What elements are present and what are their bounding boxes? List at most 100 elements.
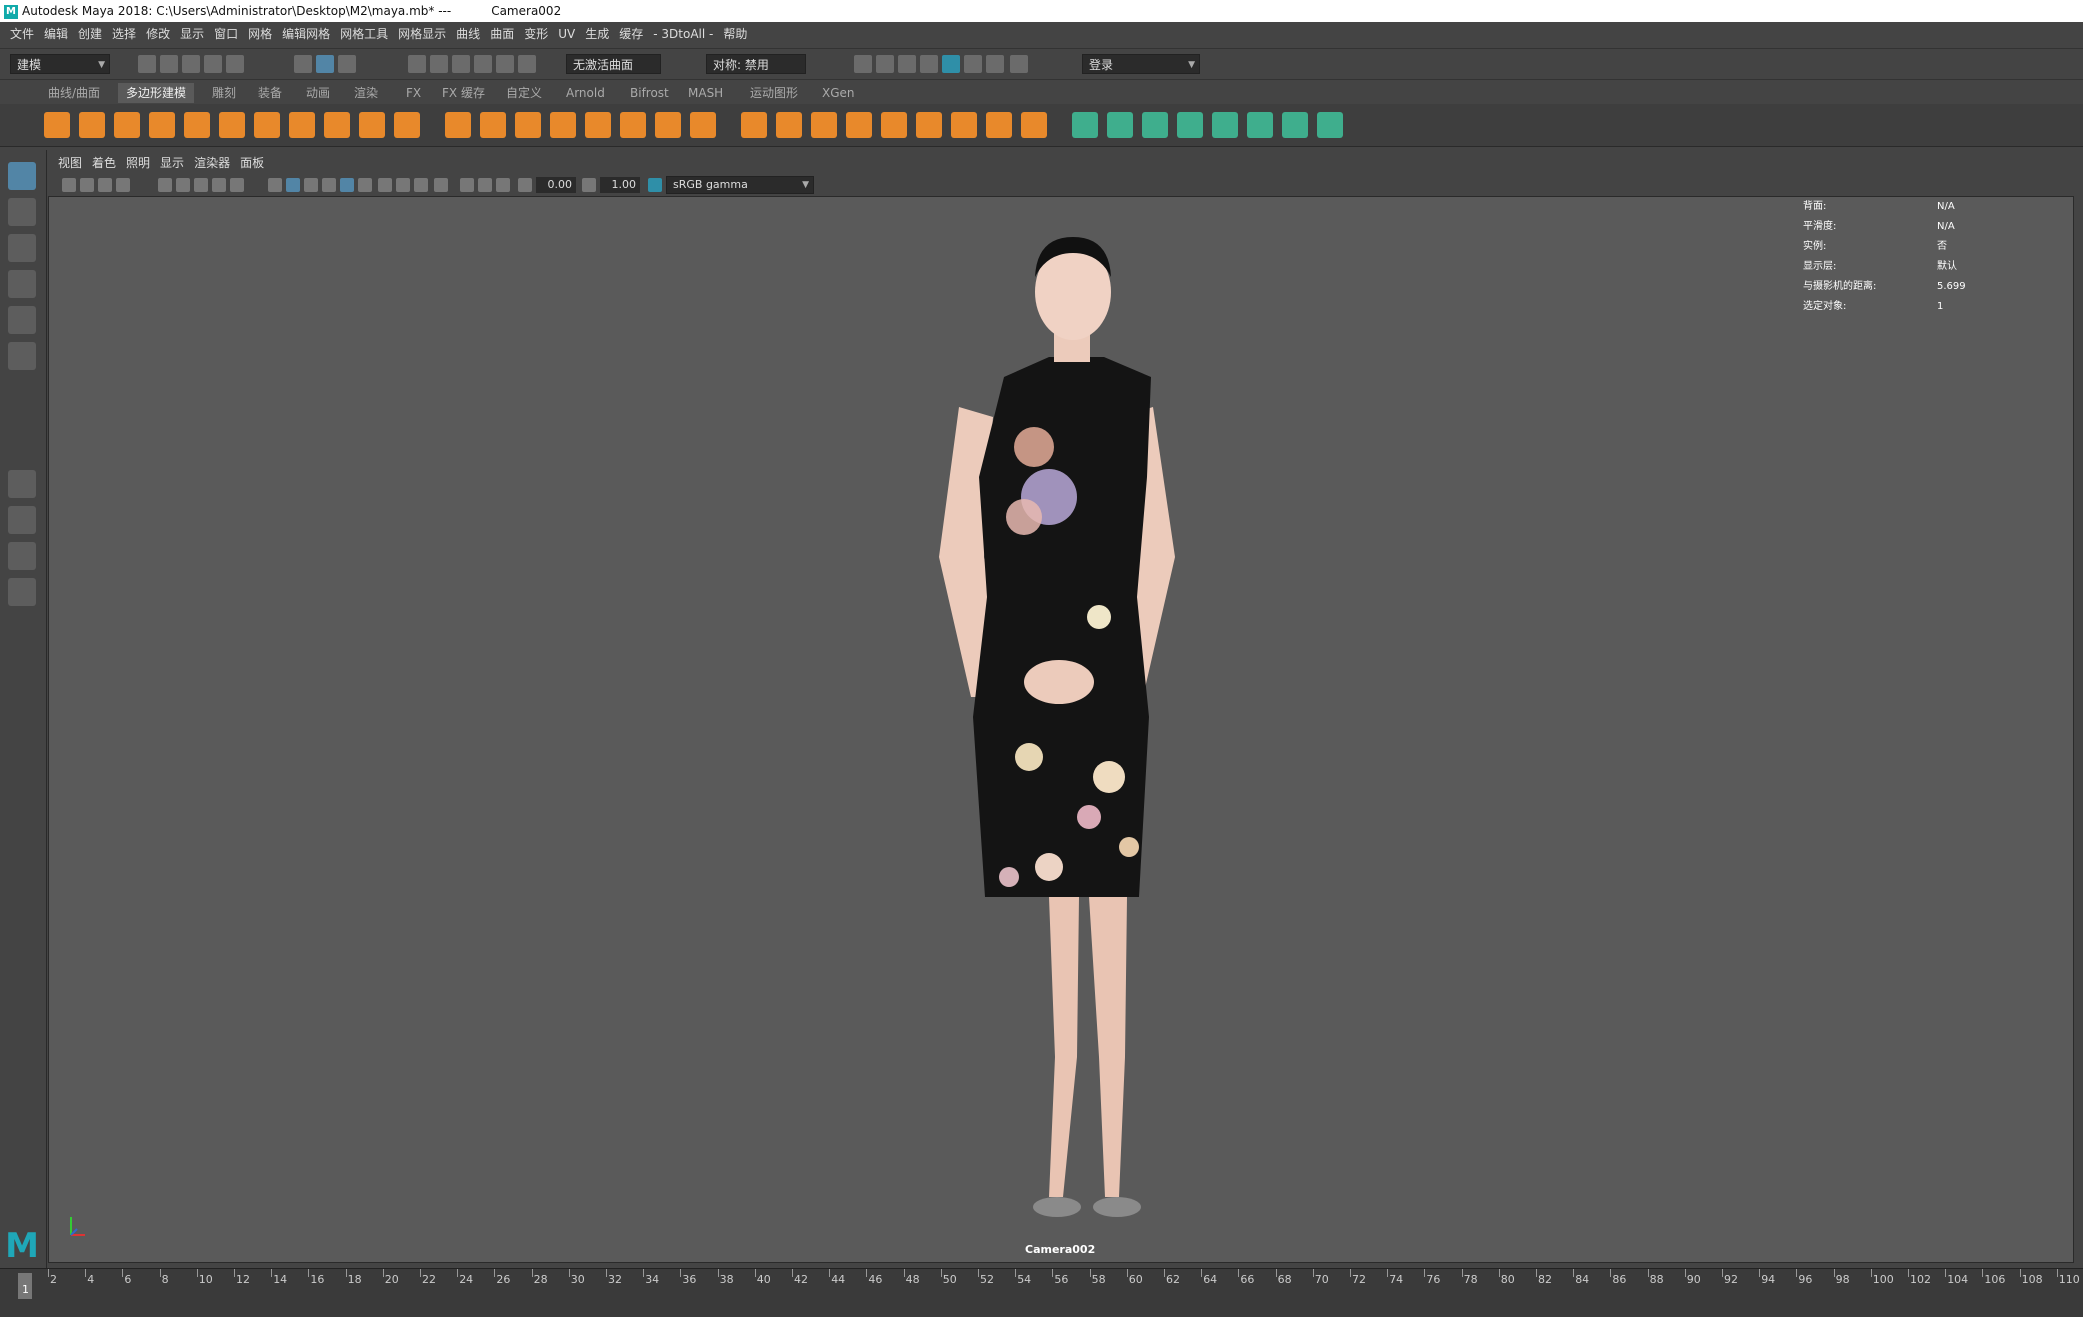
bridge-shelf-icon[interactable] — [776, 112, 802, 138]
pause-icon[interactable] — [1010, 55, 1028, 73]
shelf-tab[interactable]: 渲染 — [346, 83, 386, 103]
undo-icon[interactable] — [204, 55, 222, 73]
resolution-gate-icon[interactable] — [176, 178, 190, 192]
shelf-tab[interactable]: 雕刻 — [204, 83, 244, 103]
type-shelf-icon[interactable] — [359, 112, 385, 138]
rotate-tool-icon[interactable] — [8, 306, 36, 334]
default-material-icon[interactable] — [304, 178, 318, 192]
menu-item[interactable]: 曲面 — [490, 27, 514, 41]
shelf-tab[interactable]: 多边形建模 — [118, 83, 195, 103]
textured-icon[interactable] — [322, 178, 336, 192]
character-model[interactable] — [49, 197, 2073, 1262]
wireframe-icon[interactable] — [268, 178, 282, 192]
shelf-tab[interactable]: 运动图形 — [742, 83, 806, 103]
exposure-field[interactable]: 0.00 — [536, 177, 576, 193]
menu-item[interactable]: 窗口 — [214, 27, 238, 41]
menu-item[interactable]: 修改 — [146, 27, 170, 41]
shelf-tab[interactable]: 曲线/曲面 — [40, 83, 108, 103]
menu-item[interactable]: 创建 — [78, 27, 102, 41]
render-view-icon[interactable] — [942, 55, 960, 73]
color-management-icon[interactable] — [648, 178, 662, 192]
arnold-render-icon[interactable] — [986, 55, 1004, 73]
panel-menu-item[interactable]: 面板 — [240, 156, 264, 170]
select-by-object-icon[interactable] — [316, 55, 334, 73]
uv-editor-shelf-icon[interactable] — [1072, 112, 1098, 138]
menu-item[interactable]: 编辑网格 — [282, 27, 330, 41]
menu-item[interactable]: - 3DtoAll - — [653, 27, 713, 41]
reduce-shelf-icon[interactable] — [620, 112, 646, 138]
cylindrical-map-shelf-icon[interactable] — [1142, 112, 1168, 138]
menu-item[interactable]: 帮助 — [723, 27, 747, 41]
cut-uv-shelf-icon[interactable] — [1247, 112, 1273, 138]
xray-icon[interactable] — [478, 178, 492, 192]
remesh-shelf-icon[interactable] — [655, 112, 681, 138]
single-perspective-layout-icon[interactable] — [8, 470, 36, 498]
smooth-shelf-icon[interactable] — [515, 112, 541, 138]
spherical-map-shelf-icon[interactable] — [1177, 112, 1203, 138]
separate-shelf-icon[interactable] — [480, 112, 506, 138]
snap-edge-icon[interactable] — [518, 55, 536, 73]
shelf-tab[interactable]: 自定义 — [498, 83, 550, 103]
live-surface-field[interactable]: 无激活曲面 — [566, 54, 661, 74]
target-weld-shelf-icon[interactable] — [986, 112, 1012, 138]
quad-draw-shelf-icon[interactable] — [1021, 112, 1047, 138]
render-sequence-icon[interactable] — [964, 55, 982, 73]
snap-grid-icon[interactable] — [408, 55, 426, 73]
shelf-tab[interactable]: XGen — [814, 83, 863, 103]
extrude-shelf-icon[interactable] — [741, 112, 767, 138]
new-scene-icon[interactable] — [138, 55, 156, 73]
field-chart-icon[interactable] — [212, 178, 226, 192]
panel-menu-item[interactable]: 照明 — [126, 156, 150, 170]
select-tool-icon[interactable] — [8, 162, 36, 190]
menu-item[interactable]: 编辑 — [44, 27, 68, 41]
viewport[interactable]: 背面: N/A 平滑度: N/A 实例: 否显示层: 默认 与摄影机的距离: 5.699 选定对象… — [48, 196, 2074, 1263]
gamma-icon[interactable] — [582, 178, 596, 192]
menu-item[interactable]: 网格 — [248, 27, 272, 41]
motion-blur-icon[interactable] — [396, 178, 410, 192]
disc-shelf-icon[interactable] — [254, 112, 280, 138]
snap-live-icon[interactable] — [496, 55, 514, 73]
menu-item[interactable]: UV — [558, 27, 575, 41]
menu-item[interactable]: 网格显示 — [398, 27, 446, 41]
automatic-map-shelf-icon[interactable] — [1212, 112, 1238, 138]
anti-aliasing-icon[interactable] — [414, 178, 428, 192]
plane-shelf-icon[interactable] — [219, 112, 245, 138]
ambient-occlusion-icon[interactable] — [378, 178, 392, 192]
gate-mask-icon[interactable] — [194, 178, 208, 192]
shelf-tab[interactable]: Bifrost — [622, 83, 677, 103]
snap-view-plane-icon[interactable] — [474, 55, 492, 73]
shelf-tab[interactable]: 装备 — [250, 83, 290, 103]
fill-hole-shelf-icon[interactable] — [846, 112, 872, 138]
menu-item[interactable]: 文件 — [10, 27, 34, 41]
menu-set-dropdown[interactable]: 建模 ▼ — [10, 54, 110, 74]
xray-joints-icon[interactable] — [496, 178, 510, 192]
mirror-shelf-icon[interactable] — [585, 112, 611, 138]
use-all-lights-icon[interactable] — [340, 178, 354, 192]
login-dropdown[interactable]: 登录 ▼ — [1082, 54, 1200, 74]
four-view-layout-icon[interactable] — [8, 506, 36, 534]
platonic-shelf-icon[interactable] — [289, 112, 315, 138]
smooth-shade-icon[interactable] — [286, 178, 300, 192]
film-gate-icon[interactable] — [158, 178, 172, 192]
sew-uv-shelf-icon[interactable] — [1282, 112, 1308, 138]
isolate-select-icon[interactable] — [460, 178, 474, 192]
open-scene-icon[interactable] — [160, 55, 178, 73]
outliner-layout-icon[interactable] — [8, 578, 36, 606]
redo-icon[interactable] — [226, 55, 244, 73]
menu-item[interactable]: 变形 — [524, 27, 548, 41]
panel-menu-item[interactable]: 视图 — [58, 156, 82, 170]
scale-tool-icon[interactable] — [8, 342, 36, 370]
menu-item[interactable]: 选择 — [112, 27, 136, 41]
camera-attributes-icon[interactable] — [62, 178, 76, 192]
sphere-shelf-icon[interactable] — [44, 112, 70, 138]
shelf-tab[interactable]: FX — [398, 83, 429, 103]
combine-shelf-icon[interactable] — [445, 112, 471, 138]
symmetry-dropdown[interactable]: 对称: 禁用 — [706, 54, 806, 74]
image-plane-icon[interactable] — [98, 178, 112, 192]
super-shape-shelf-icon[interactable] — [324, 112, 350, 138]
grid-toggle-icon[interactable] — [116, 178, 130, 192]
depth-of-field-icon[interactable] — [434, 178, 448, 192]
retopo-shelf-icon[interactable] — [690, 112, 716, 138]
exposure-icon[interactable] — [518, 178, 532, 192]
panel-menu-item[interactable]: 渲染器 — [194, 156, 230, 170]
